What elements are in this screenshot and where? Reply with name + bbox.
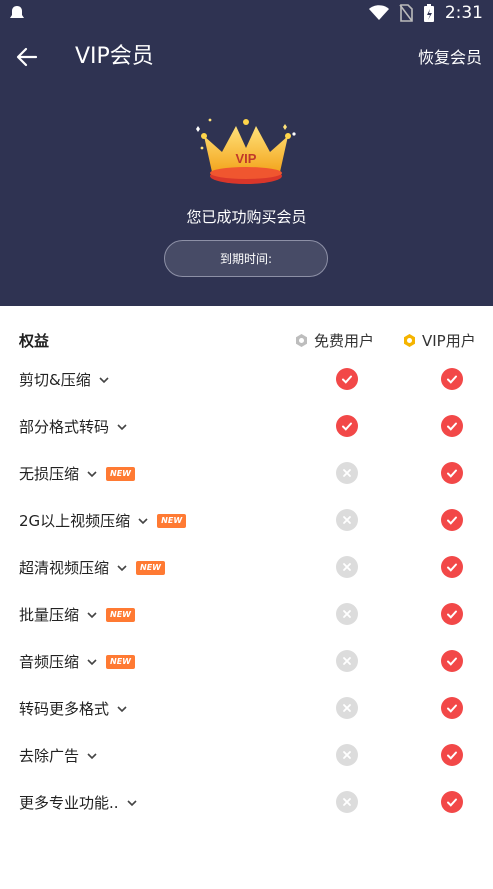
benefit-row[interactable]: 去除广告: [0, 741, 493, 771]
benefit-row-label[interactable]: 转码更多格式: [19, 698, 128, 719]
free-check-icon: [336, 368, 358, 390]
free-cross-icon: [336, 650, 358, 672]
chevron-down-icon[interactable]: [116, 421, 128, 433]
no-sim-icon: [399, 4, 413, 22]
vip-user-column-header: VIP用户: [402, 330, 476, 351]
chevron-down-icon[interactable]: [137, 515, 149, 527]
benefit-row-label[interactable]: 超清视频压缩 NEW: [19, 557, 165, 578]
benefit-name: 转码更多格式: [19, 700, 110, 718]
new-badge: NEW: [136, 560, 165, 575]
purchase-success-text: 您已成功购买会员: [186, 208, 307, 226]
chevron-down-icon[interactable]: [126, 797, 138, 809]
free-check-icon: [336, 415, 358, 437]
benefit-row-label[interactable]: 无损压缩 NEW: [19, 463, 135, 484]
benefit-row[interactable]: 超清视频压缩 NEW: [0, 553, 493, 583]
page-title: VIP会员: [75, 44, 154, 69]
vip-check-icon: [441, 556, 463, 578]
vip-check-icon: [441, 368, 463, 390]
benefit-row-label[interactable]: 批量压缩 NEW: [19, 604, 135, 625]
wifi-icon: [368, 5, 389, 20]
chevron-down-icon[interactable]: [86, 750, 98, 762]
benefit-name: 更多专业功能..: [19, 794, 119, 812]
chevron-down-icon[interactable]: [86, 468, 98, 480]
free-cross-icon: [336, 462, 358, 484]
new-badge: NEW: [106, 654, 135, 669]
benefit-name: 批量压缩: [19, 606, 80, 624]
benefits-column-title: 权益: [19, 332, 50, 350]
new-badge: NEW: [106, 466, 135, 481]
vip-check-icon: [441, 697, 463, 719]
vip-check-icon: [441, 462, 463, 484]
toolbar: VIP会员 恢复会员: [0, 36, 493, 80]
battery-icon: [423, 4, 434, 22]
restore-membership-button[interactable]: 恢复会员: [418, 45, 482, 71]
benefit-row-label[interactable]: 2G以上视频压缩 NEW: [19, 510, 187, 531]
benefit-name: 2G以上视频压缩: [19, 512, 131, 530]
chevron-down-icon[interactable]: [98, 374, 110, 386]
vip-user-label: VIP用户: [422, 332, 476, 350]
chevron-down-icon[interactable]: [116, 703, 128, 715]
svg-text:VIP: VIP: [236, 151, 257, 166]
new-badge: NEW: [157, 513, 187, 528]
benefit-row-label[interactable]: 去除广告: [19, 745, 98, 766]
vip-check-icon: [441, 650, 463, 672]
benefit-row-label[interactable]: 音频压缩 NEW: [19, 651, 135, 672]
benefit-row[interactable]: 音频压缩 NEW: [0, 647, 493, 677]
back-button[interactable]: [12, 42, 42, 72]
status-icons: 2:31: [368, 3, 483, 23]
free-cross-icon: [336, 791, 358, 813]
free-cross-icon: [336, 509, 358, 531]
status-time: 2:31: [444, 3, 483, 23]
free-cross-icon: [336, 603, 358, 625]
chevron-down-icon[interactable]: [86, 656, 98, 668]
status-bar: 2:31: [0, 0, 493, 28]
benefit-row[interactable]: 部分格式转码: [0, 412, 493, 442]
free-user-label: 免费用户: [314, 332, 375, 350]
benefit-row[interactable]: 2G以上视频压缩 NEW: [0, 506, 493, 536]
vip-check-icon: [441, 415, 463, 437]
arrow-left-icon: [16, 47, 38, 67]
benefit-row[interactable]: 批量压缩 NEW: [0, 600, 493, 630]
free-user-column-header: 免费用户: [294, 330, 374, 351]
vip-check-icon: [441, 744, 463, 766]
free-cross-icon: [336, 744, 358, 766]
vip-check-icon: [441, 603, 463, 625]
expiry-pill: 到期时间:: [164, 240, 328, 277]
chevron-down-icon[interactable]: [86, 609, 98, 621]
vip-header: 2:31 VIP会员 恢复会员 VIP 您已成功购买会员 到期时间:: [0, 0, 493, 306]
benefit-row-label[interactable]: 部分格式转码: [19, 416, 128, 437]
benefit-name: 剪切&压缩: [19, 371, 91, 389]
vip-check-icon: [441, 509, 463, 531]
benefit-name: 音频压缩: [19, 653, 80, 671]
benefit-row[interactable]: 转码更多格式: [0, 694, 493, 724]
notification-icon: [10, 6, 24, 18]
benefits-header-row: 权益 免费用户 VIP用户: [0, 330, 493, 352]
vip-crown-icon: VIP: [196, 118, 296, 184]
benefit-name: 超清视频压缩: [19, 559, 110, 577]
benefit-name: 去除广告: [19, 747, 80, 765]
benefit-row-label[interactable]: 剪切&压缩: [19, 369, 110, 390]
benefit-name: 部分格式转码: [19, 418, 110, 436]
benefit-row[interactable]: 更多专业功能..: [0, 788, 493, 818]
vip-check-icon: [441, 791, 463, 813]
benefit-row[interactable]: 无损压缩 NEW: [0, 459, 493, 489]
chevron-down-icon[interactable]: [116, 562, 128, 574]
benefit-name: 无损压缩: [19, 465, 80, 483]
new-badge: NEW: [106, 607, 135, 622]
vip-user-icon: [404, 334, 415, 347]
benefit-row-label[interactable]: 更多专业功能..: [19, 792, 138, 813]
benefit-row[interactable]: 剪切&压缩: [0, 365, 493, 395]
free-user-icon: [296, 334, 307, 347]
free-cross-icon: [336, 556, 358, 578]
free-cross-icon: [336, 697, 358, 719]
